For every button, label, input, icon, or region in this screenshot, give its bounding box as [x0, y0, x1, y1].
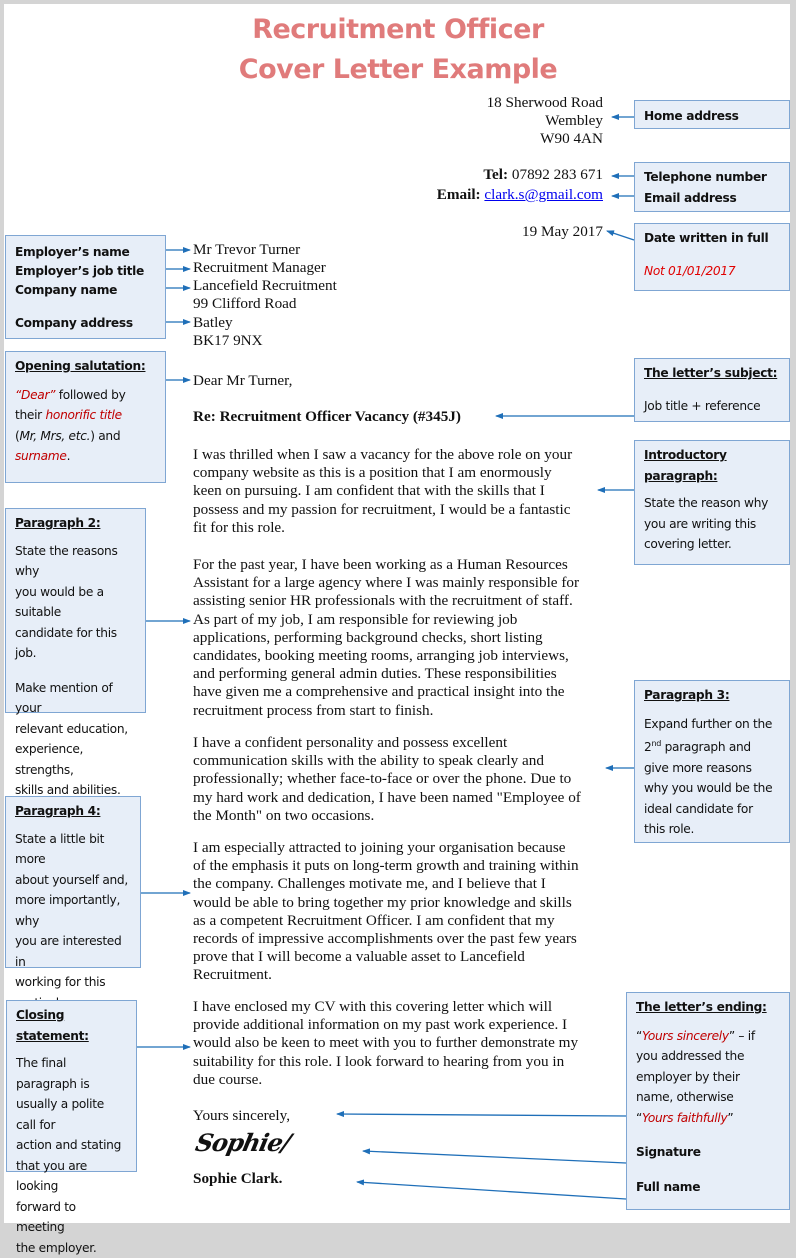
arrow-date	[607, 231, 634, 240]
arrow-closing-phrase	[337, 1114, 626, 1116]
connector-arrows	[0, 0, 796, 1229]
arrow-full-name	[357, 1182, 626, 1199]
arrow-signature	[363, 1151, 626, 1163]
annotation-text: the employer.	[16, 1238, 127, 1258]
